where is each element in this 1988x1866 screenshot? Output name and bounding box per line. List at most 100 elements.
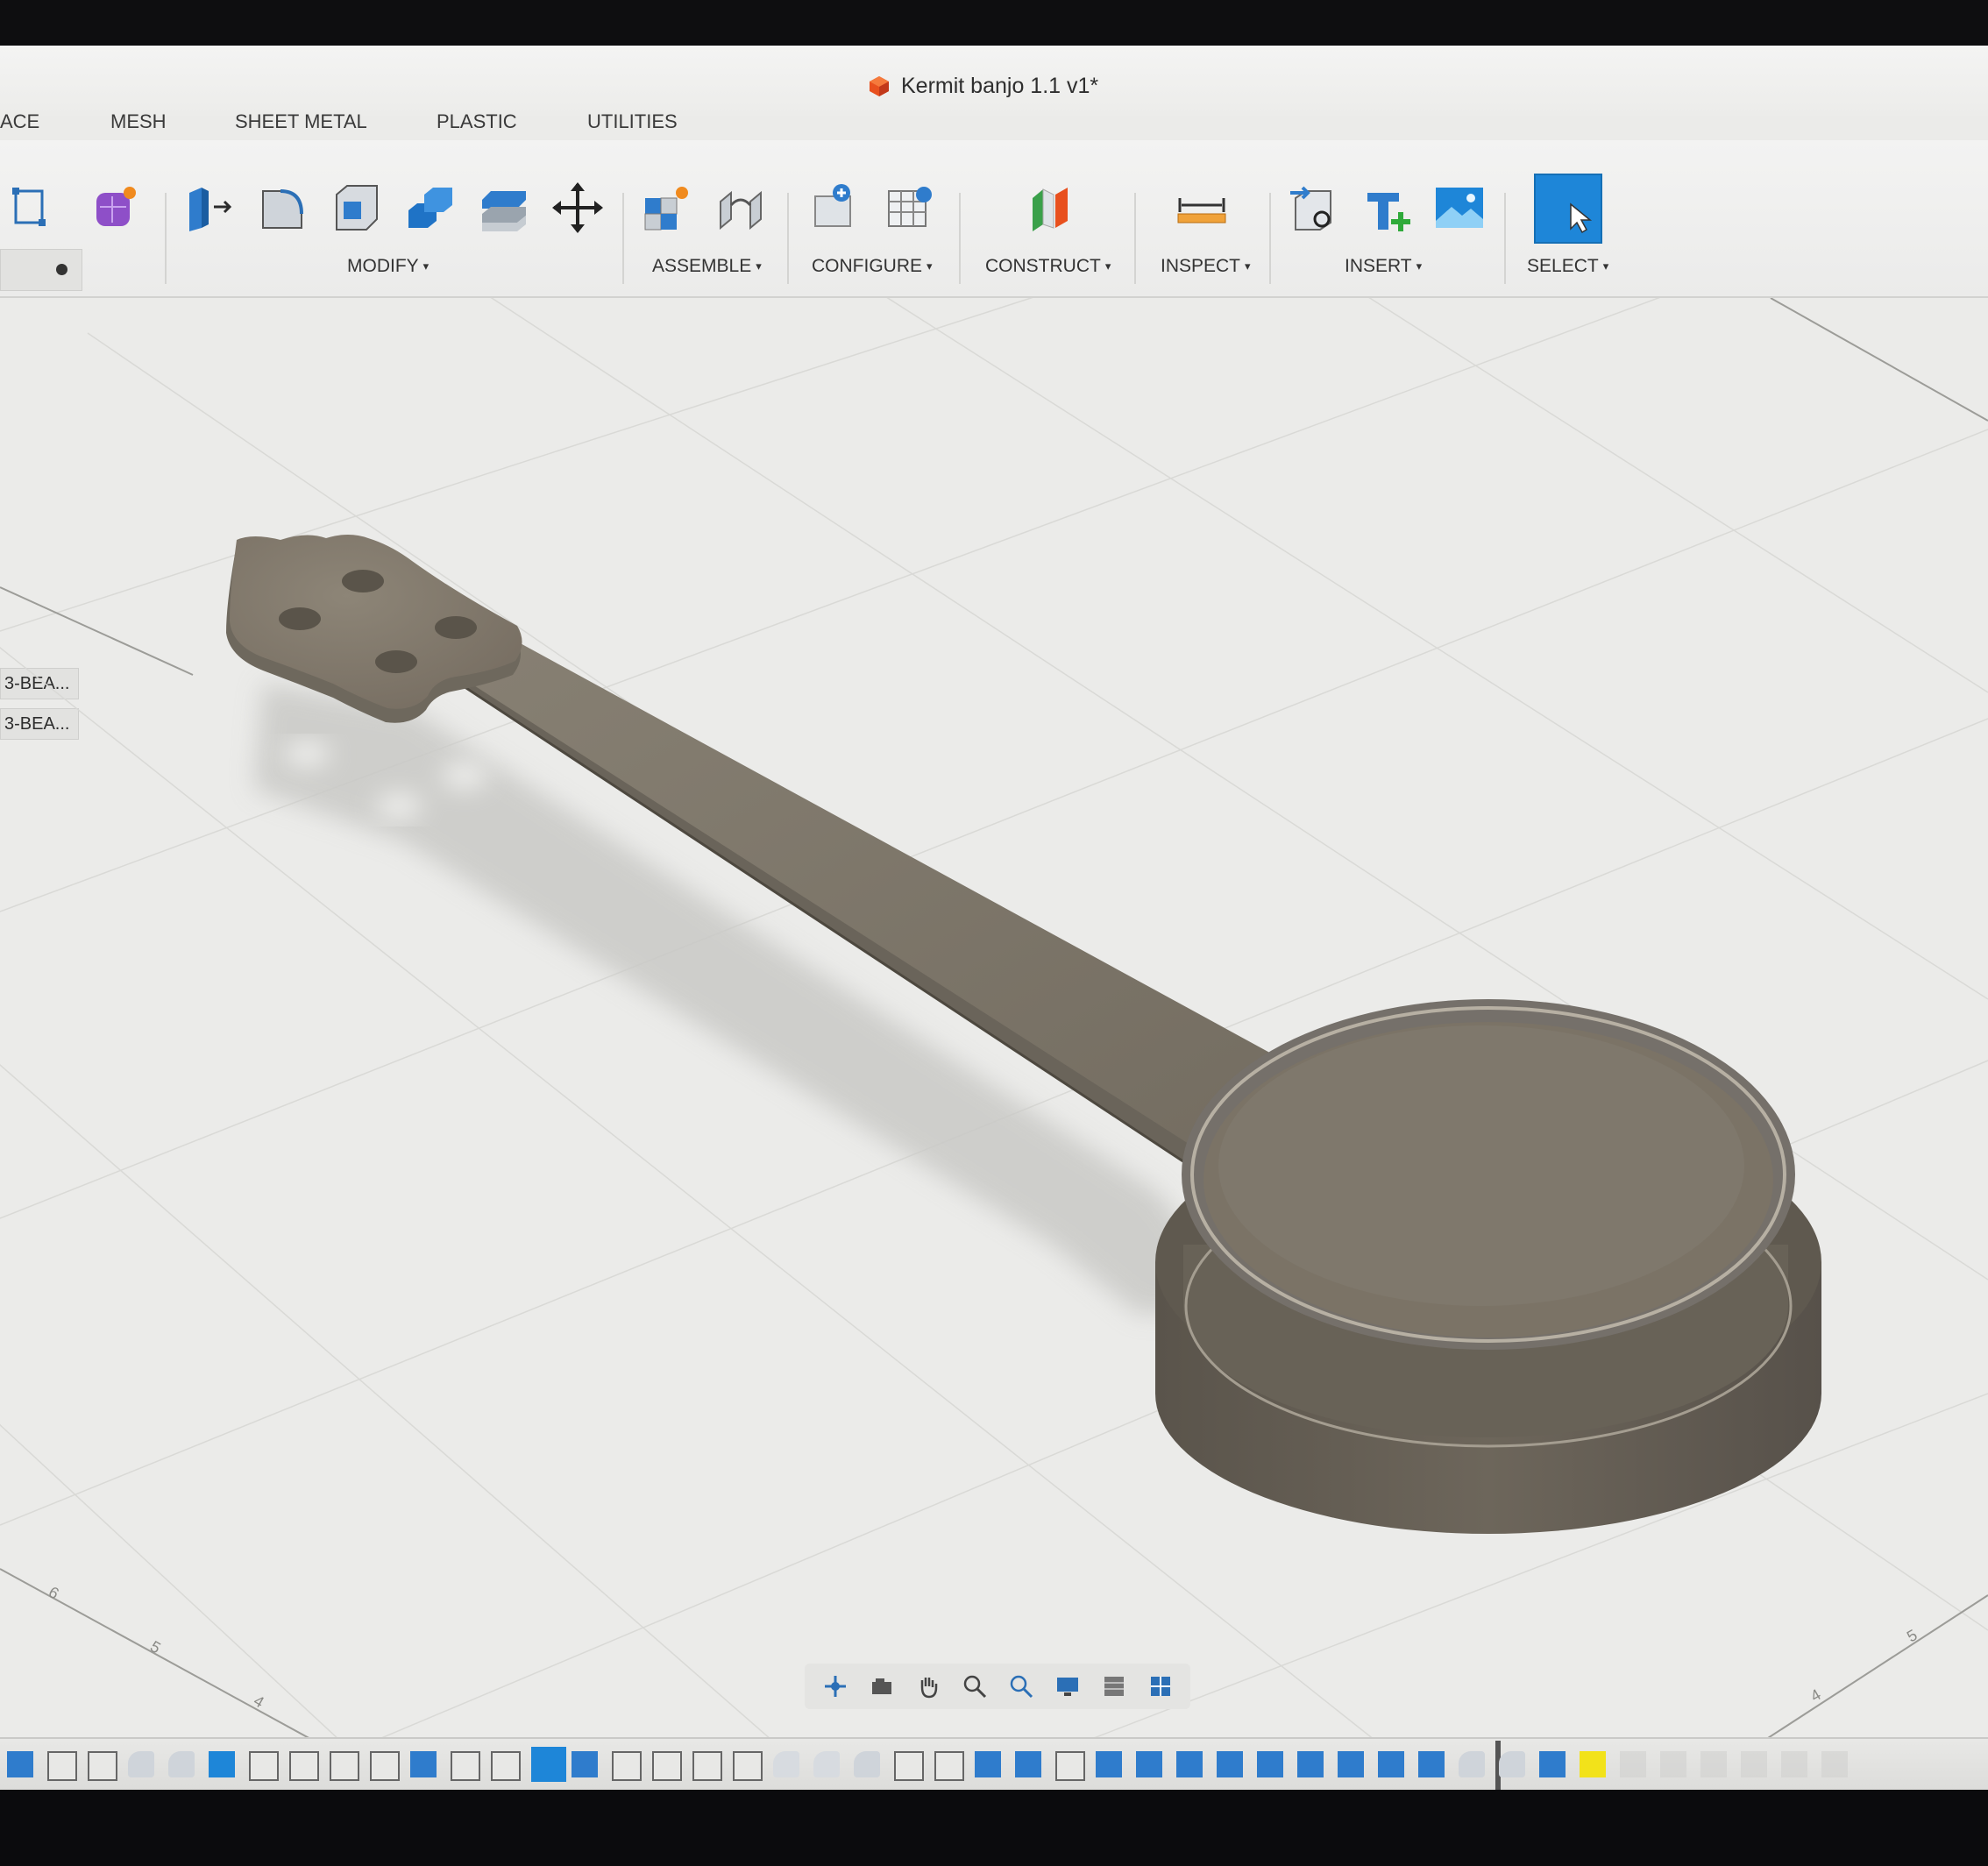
timeline-feature-ghost-icon[interactable] <box>1821 1751 1848 1777</box>
look-at-button[interactable] <box>864 1669 899 1704</box>
viewports-button[interactable] <box>1143 1669 1178 1704</box>
inspect-menu[interactable]: INSPECT ▾ <box>1161 256 1251 277</box>
timeline-feature-move-icon[interactable] <box>692 1751 722 1781</box>
workspace-tabs: ACE MESH SHEET METAL PLASTIC UTILITIES <box>0 100 1988 144</box>
timeline-feature-body-icon[interactable] <box>1338 1751 1364 1777</box>
assemble-menu[interactable]: ASSEMBLE ▾ <box>652 256 762 277</box>
browser-panel-header[interactable] <box>0 249 82 291</box>
timeline-feature-fillet-icon[interactable] <box>1499 1751 1525 1777</box>
timeline <box>0 1737 1988 1790</box>
insert-menu[interactable]: INSERT ▾ <box>1345 256 1422 277</box>
timeline-feature-fillet-icon[interactable] <box>168 1751 195 1777</box>
timeline-feature-image-icon[interactable] <box>209 1751 235 1777</box>
shell-button[interactable] <box>330 179 384 237</box>
timeline-feature-move-icon[interactable] <box>330 1751 359 1781</box>
pan-button[interactable] <box>911 1669 946 1704</box>
configure-menu[interactable]: CONFIGURE ▾ <box>812 256 933 277</box>
timeline-feature-shell-icon[interactable] <box>813 1751 840 1777</box>
configuration-table-button[interactable] <box>884 179 938 237</box>
banjo-pot[interactable] <box>1155 999 1821 1534</box>
timeline-feature-body-icon[interactable] <box>1096 1751 1122 1777</box>
form-tool-button[interactable] <box>88 179 142 237</box>
display-settings-button[interactable] <box>1050 1669 1085 1704</box>
timeline-feature-shell-icon[interactable] <box>773 1751 799 1777</box>
timeline-feature-body-icon[interactable] <box>975 1751 1001 1777</box>
configure-design-button[interactable] <box>810 179 864 237</box>
insert-plus-icon <box>1367 193 1410 231</box>
timeline-feature-ghost-icon[interactable] <box>1781 1751 1807 1777</box>
timeline-feature-ghost-icon[interactable] <box>1741 1751 1767 1777</box>
timeline-feature-body-icon[interactable] <box>1378 1751 1404 1777</box>
select-menu[interactable]: SELECT ▾ <box>1527 256 1608 277</box>
fillet-button[interactable] <box>256 179 310 237</box>
chevron-down-icon: ▾ <box>1416 259 1423 273</box>
timeline-feature-current-icon[interactable] <box>531 1747 566 1782</box>
navigation-bar <box>805 1664 1190 1709</box>
timeline-feature-body-icon[interactable] <box>1217 1751 1243 1777</box>
timeline-feature-move-icon[interactable] <box>934 1751 964 1781</box>
timeline-feature-body-icon[interactable] <box>1539 1751 1566 1777</box>
offset-plane-button[interactable] <box>1024 179 1078 237</box>
timeline-feature-move-icon[interactable] <box>733 1751 763 1781</box>
axis-tick: 4 <box>1807 1685 1824 1705</box>
sketch-tool-button[interactable] <box>0 179 54 237</box>
tab-sheet-metal[interactable]: SHEET METAL <box>235 110 367 133</box>
grid-settings-button[interactable] <box>1097 1669 1132 1704</box>
timeline-feature-move-icon[interactable] <box>289 1751 319 1781</box>
timeline-feature-sketch-icon[interactable] <box>451 1751 480 1781</box>
toolbar-separator <box>959 193 961 284</box>
timeline-feature-move-icon[interactable] <box>652 1751 682 1781</box>
fit-button[interactable] <box>1004 1669 1039 1704</box>
joint-button[interactable] <box>714 179 768 237</box>
timeline-feature-body-icon[interactable] <box>1418 1751 1445 1777</box>
canvas-viewport[interactable]: 6 5 4 3 5 4 <box>0 298 1988 1788</box>
axis-tick: 5 <box>1904 1626 1921 1645</box>
move-arrows-icon <box>552 182 603 233</box>
timeline-feature-body-icon[interactable] <box>1297 1751 1324 1777</box>
measure-button[interactable] <box>1175 179 1229 237</box>
timeline-feature-ghost-icon[interactable] <box>1660 1751 1686 1777</box>
timeline-feature-ghost-icon[interactable] <box>1700 1751 1727 1777</box>
tab-surface[interactable]: ACE <box>0 110 39 133</box>
timeline-feature-move-icon[interactable] <box>1055 1751 1085 1781</box>
panel-options-icon[interactable] <box>56 264 67 275</box>
timeline-feature-sketch-icon[interactable] <box>370 1751 400 1781</box>
timeline-feature-fillet-icon[interactable] <box>128 1751 154 1777</box>
timeline-feature-fillet-icon[interactable] <box>1459 1751 1485 1777</box>
timeline-feature-sketch-icon[interactable] <box>47 1751 77 1781</box>
modify-menu[interactable]: MODIFY ▾ <box>347 256 429 277</box>
offset-faces-button[interactable] <box>477 179 531 237</box>
new-component-button[interactable] <box>640 179 694 237</box>
combine-button[interactable] <box>403 179 458 237</box>
chevron-down-icon: ▾ <box>1104 259 1111 273</box>
timeline-feature-sketch-icon[interactable] <box>491 1751 521 1781</box>
press-pull-button[interactable] <box>182 179 237 237</box>
timeline-feature-body-icon[interactable] <box>1176 1751 1203 1777</box>
tab-plastic[interactable]: PLASTIC <box>437 110 517 133</box>
timeline-feature-highlight-icon[interactable] <box>1580 1751 1606 1777</box>
tab-mesh[interactable]: MESH <box>110 110 167 133</box>
timeline-feature-body-icon[interactable] <box>410 1751 437 1777</box>
timeline-feature-body-icon[interactable] <box>1136 1751 1162 1777</box>
zoom-button[interactable] <box>957 1669 992 1704</box>
timeline-feature-sketch-icon[interactable] <box>88 1751 117 1781</box>
tab-utilities[interactable]: UTILITIES <box>587 110 678 133</box>
timeline-feature-fillet-icon[interactable] <box>854 1751 880 1777</box>
insert-mcmaster-button[interactable] <box>1360 179 1415 237</box>
move-copy-button[interactable] <box>550 179 605 237</box>
model-viewport-svg[interactable]: 6 5 4 3 5 4 <box>0 298 1988 1788</box>
timeline-feature-sketch-icon[interactable] <box>249 1751 279 1781</box>
timeline-feature-body-icon[interactable] <box>572 1751 598 1777</box>
timeline-feature-ghost-icon[interactable] <box>1620 1751 1646 1777</box>
orbit-button[interactable] <box>818 1669 853 1704</box>
insert-derive-button[interactable] <box>1287 179 1341 237</box>
construct-menu[interactable]: CONSTRUCT ▾ <box>985 256 1111 277</box>
timeline-feature-sketch-icon[interactable] <box>612 1751 642 1781</box>
combine-icon <box>408 188 452 228</box>
timeline-feature-body-icon[interactable] <box>7 1751 33 1777</box>
insert-canvas-button[interactable] <box>1432 179 1487 237</box>
select-button[interactable] <box>1534 174 1602 244</box>
timeline-feature-body-icon[interactable] <box>1015 1751 1041 1777</box>
timeline-feature-move-icon[interactable] <box>894 1751 924 1781</box>
timeline-feature-body-icon[interactable] <box>1257 1751 1283 1777</box>
